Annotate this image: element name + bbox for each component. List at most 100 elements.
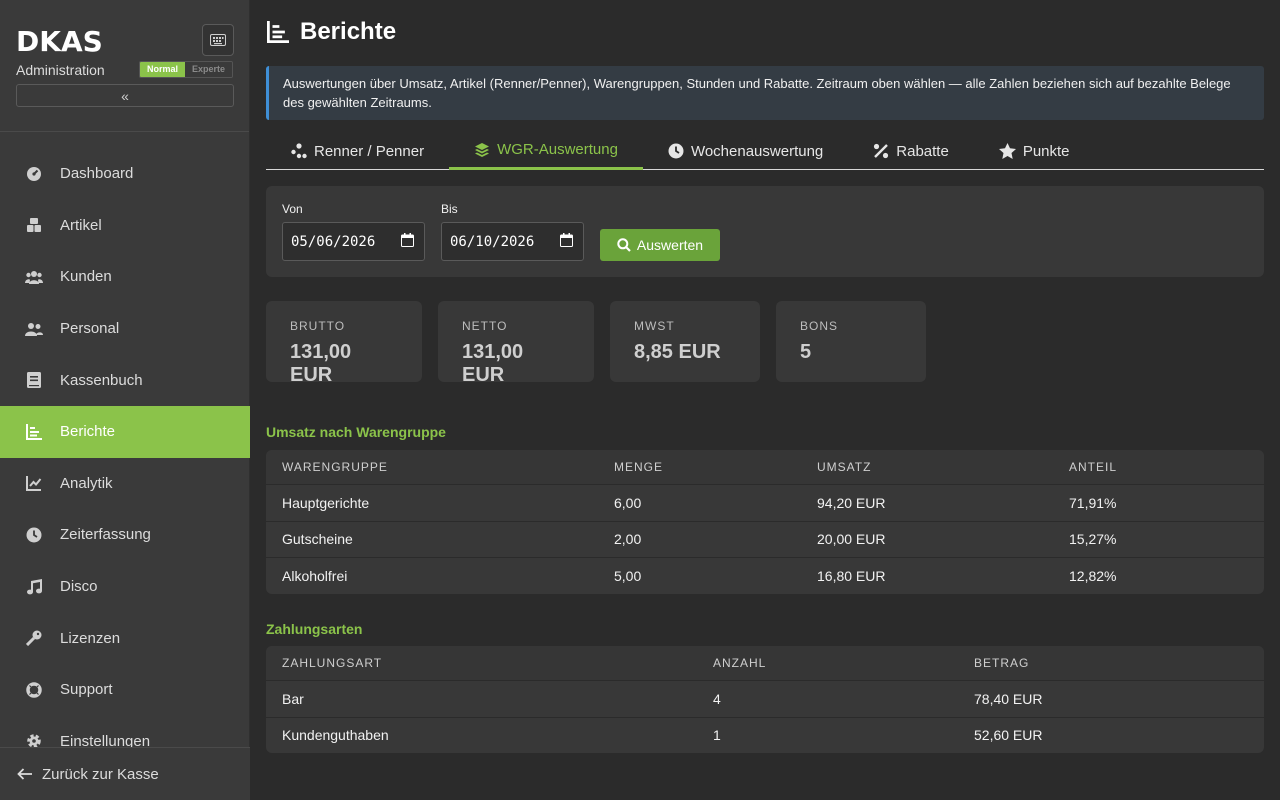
kpi-card-netto: NETTO 131,00 EUR bbox=[438, 301, 594, 386]
star-icon bbox=[998, 143, 1016, 159]
column-header[interactable]: BETRAG bbox=[958, 656, 1264, 670]
mode-toggle[interactable]: Normal Experte bbox=[139, 61, 234, 78]
to-date-input[interactable]: 06/10/2026 bbox=[441, 222, 584, 261]
ranking-icon bbox=[291, 143, 307, 159]
table-cell: Alkoholfrei bbox=[282, 567, 348, 584]
clock-icon bbox=[25, 526, 43, 544]
sidebar-item-dashboard[interactable]: Dashboard bbox=[0, 148, 250, 200]
to-date-value: 06/10/2026 bbox=[450, 233, 535, 250]
kpi-card-mwst: MWST 8,85 EUR bbox=[610, 301, 760, 382]
page-title: Berichte bbox=[266, 18, 396, 46]
sidebar-item-kunden[interactable]: Kunden bbox=[0, 251, 250, 303]
from-field: Von 05/06/2026 bbox=[282, 202, 425, 261]
page-title-text: Berichte bbox=[300, 18, 397, 45]
kpi-label: BRUTTO bbox=[290, 319, 346, 333]
table-cell: 4 bbox=[713, 690, 721, 707]
sidebar-item-label: Einstellungen bbox=[60, 732, 151, 748]
bar-chart-icon bbox=[25, 423, 43, 441]
mode-expert[interactable]: Experte bbox=[185, 62, 233, 77]
sidebar-item-label: Disco bbox=[60, 578, 98, 596]
column-header[interactable]: UMSATZ bbox=[801, 460, 1053, 474]
mode-normal[interactable]: Normal bbox=[140, 62, 186, 77]
to-field: Bis 06/10/2026 bbox=[441, 202, 584, 261]
sidebar-item-lizenzen[interactable]: Lizenzen bbox=[0, 612, 250, 664]
sidebar-item-zeiterfassung[interactable]: Zeiterfassung bbox=[0, 509, 250, 561]
sidebar-item-kassenbuch[interactable]: Kassenbuch bbox=[0, 354, 250, 406]
sidebar-item-support[interactable]: Support bbox=[0, 664, 250, 716]
kpi-value: 131,00 EUR bbox=[462, 341, 524, 386]
table-cell: 71,91% bbox=[1069, 494, 1117, 511]
table-cell: 52,60 EUR bbox=[974, 727, 1043, 744]
tab-label: Rabatte bbox=[896, 142, 949, 160]
sidebar-item-label: Artikel bbox=[60, 216, 102, 234]
column-header[interactable]: ANZAHL bbox=[697, 656, 958, 670]
tab-rabatte[interactable]: Rabatte bbox=[848, 132, 974, 170]
table-cell: 20,00 EUR bbox=[817, 531, 886, 548]
lifebuoy-icon bbox=[25, 681, 43, 699]
book-icon bbox=[25, 371, 43, 389]
sidebar-item-einstellungen[interactable]: Einstellungen bbox=[0, 716, 250, 748]
sidebar-item-label: Lizenzen bbox=[60, 629, 121, 647]
kpi-card-bons: BONS 5 bbox=[776, 301, 926, 382]
kpi-label: BONS bbox=[800, 319, 839, 333]
sidebar-item-berichte[interactable]: Berichte bbox=[0, 405, 250, 458]
tab-label: WGR-Auswertung bbox=[497, 141, 618, 158]
back-label: Zurück zur Kasse bbox=[42, 765, 159, 783]
sidebar-item-analytik[interactable]: Analytik bbox=[0, 458, 250, 510]
table-cell: 16,80 EUR bbox=[817, 567, 886, 584]
sidebar-item-personal[interactable]: Personal bbox=[0, 303, 250, 355]
keyboard-icon bbox=[210, 34, 226, 46]
collapse-sidebar-button[interactable]: « bbox=[16, 84, 234, 107]
bar-chart-icon bbox=[266, 21, 290, 43]
from-date-input[interactable]: 05/06/2026 bbox=[282, 222, 425, 261]
date-filter-panel: Von 05/06/2026 Bis 06/10/2026 Auswerten bbox=[266, 186, 1264, 277]
sidebar-item-artikel[interactable]: Artikel bbox=[0, 200, 250, 252]
key-icon bbox=[25, 629, 43, 647]
column-header[interactable]: ZAHLUNGSART bbox=[266, 656, 697, 670]
table-header: WARENGRUPPE MENGE UMSATZ ANTEIL bbox=[266, 450, 1264, 484]
auswerten-label: Auswerten bbox=[636, 237, 704, 253]
tab-renner-penner[interactable]: Renner / Penner bbox=[266, 132, 449, 170]
tab-punkte[interactable]: Punkte bbox=[974, 132, 1095, 170]
kpi-value: 131,00 EUR bbox=[290, 341, 352, 386]
sidebar-item-label: Analytik bbox=[60, 474, 113, 492]
sidebar-item-label: Support bbox=[60, 681, 113, 699]
line-chart-icon bbox=[25, 474, 43, 492]
tab-wochenauswertung[interactable]: Wochenauswertung bbox=[643, 132, 848, 170]
calendar-icon[interactable] bbox=[560, 232, 573, 251]
column-header[interactable]: ANTEIL bbox=[1053, 460, 1264, 474]
sidebar-item-label: Kunden bbox=[60, 268, 112, 286]
kpi-card-brutto: BRUTTO 131,00 EUR bbox=[266, 301, 422, 386]
sidebar-subtitle: Administration bbox=[16, 62, 105, 78]
table-row: Kundenguthaben 1 52,60 EUR bbox=[266, 716, 1264, 754]
sidebar-item-disco[interactable]: Disco bbox=[0, 561, 250, 613]
user-group-icon bbox=[25, 320, 43, 338]
table-row: Bar 4 78,40 EUR bbox=[266, 680, 1264, 717]
tab-wgr-auswertung[interactable]: WGR-Auswertung bbox=[449, 132, 643, 170]
sidebar-item-label: Kassenbuch bbox=[60, 371, 143, 389]
column-header[interactable]: MENGE bbox=[598, 460, 801, 474]
gauge-icon bbox=[25, 165, 43, 183]
gear-icon bbox=[25, 732, 43, 748]
wgr-table: WARENGRUPPE MENGE UMSATZ ANTEIL Hauptger… bbox=[266, 450, 1264, 594]
info-banner: Auswertungen über Umsatz, Artikel (Renne… bbox=[266, 66, 1264, 120]
table-row: Gutscheine 2,00 20,00 EUR 15,27% bbox=[266, 520, 1264, 558]
column-header[interactable]: WARENGRUPPE bbox=[266, 460, 598, 474]
auswerten-button[interactable]: Auswerten bbox=[600, 229, 720, 261]
to-label: Bis bbox=[441, 202, 458, 216]
table-cell: 6,00 bbox=[614, 494, 642, 511]
calendar-icon[interactable] bbox=[401, 232, 414, 251]
from-date-value: 05/06/2026 bbox=[291, 233, 376, 250]
back-to-register-link[interactable]: Zurück zur Kasse bbox=[0, 747, 250, 800]
kpi-value: 5 bbox=[800, 341, 812, 363]
sidebar: DKAS Administration Normal Experte « Das… bbox=[0, 0, 250, 800]
kpi-value: 8,85 EUR bbox=[634, 341, 721, 363]
payments-section-title: Zahlungsarten bbox=[266, 621, 363, 637]
search-icon bbox=[617, 238, 631, 252]
tab-label: Punkte bbox=[1022, 142, 1070, 160]
table-row: Alkoholfrei 5,00 16,80 EUR 12,82% bbox=[266, 557, 1264, 594]
boxes-icon bbox=[25, 216, 43, 234]
table-cell: 2,00 bbox=[614, 531, 642, 548]
table-cell: Gutscheine bbox=[282, 531, 353, 548]
keyboard-button[interactable] bbox=[202, 24, 234, 56]
